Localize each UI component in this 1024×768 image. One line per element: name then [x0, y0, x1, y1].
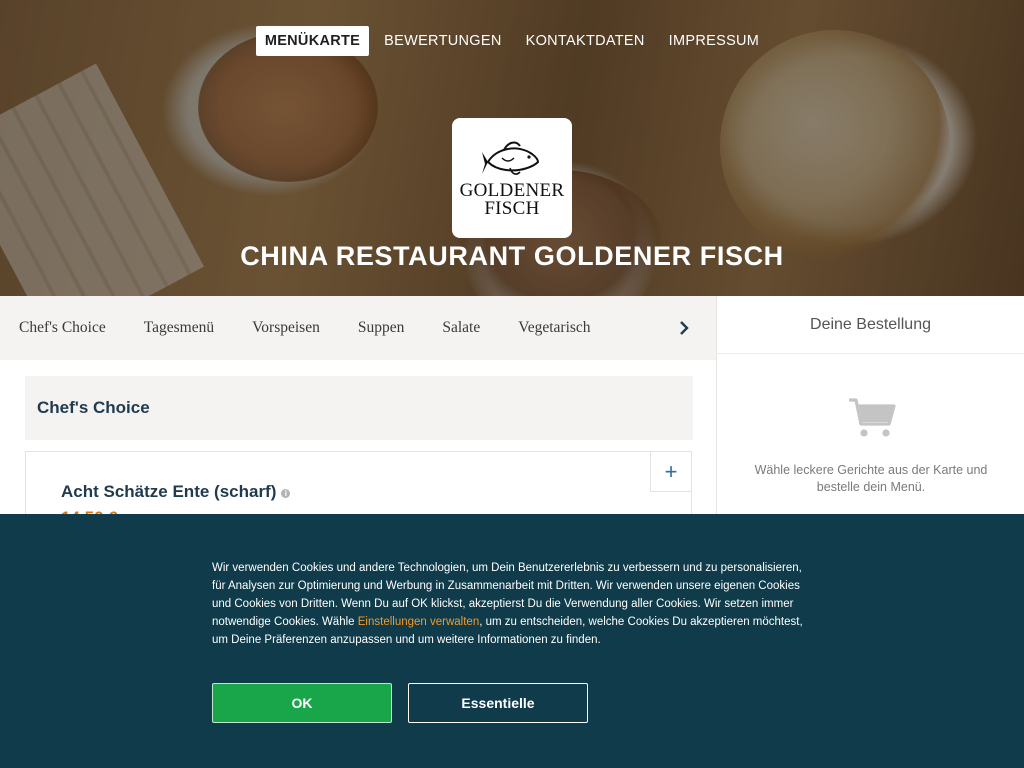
- category-vegetarisch[interactable]: Vegetarisch: [518, 319, 590, 337]
- order-empty-message: Wähle leckere Gerichte aus der Karte und…: [754, 463, 988, 494]
- hero-banner: MENÜKARTE BEWERTUNGEN KONTAKTDATEN IMPRE…: [0, 0, 1024, 296]
- nav-menukarte[interactable]: MENÜKARTE: [255, 26, 370, 56]
- category-suppen[interactable]: Suppen: [358, 319, 405, 337]
- category-salate[interactable]: Salate: [442, 319, 480, 337]
- nav-bewertungen[interactable]: BEWERTUNGEN: [375, 26, 510, 56]
- manage-settings-link[interactable]: Einstellungen verwalten: [358, 616, 479, 628]
- section-heading: Chef's Choice: [25, 376, 693, 440]
- shopping-cart-icon: [849, 398, 896, 437]
- fish-icon: [482, 141, 540, 175]
- top-navigation: MENÜKARTE BEWERTUNGEN KONTAKTDATEN IMPRE…: [0, 26, 1024, 56]
- restaurant-title: CHINA RESTAURANT GOLDENER FISCH: [240, 241, 784, 271]
- logo-text-line2: FISCH: [484, 198, 540, 219]
- cookie-banner: Wir verwenden Cookies und andere Technol…: [0, 514, 1024, 768]
- nav-impressum[interactable]: IMPRESSUM: [660, 26, 769, 56]
- dish-name-row: Acht Schätze Ente (scharf) i: [61, 482, 291, 502]
- essential-button[interactable]: Essentielle: [408, 683, 588, 723]
- category-chefs-choice[interactable]: Chef's Choice: [19, 319, 106, 337]
- order-title: Deine Bestellung: [717, 296, 1024, 354]
- cookie-text: Wir verwenden Cookies und andere Technol…: [212, 559, 816, 649]
- plus-icon[interactable]: +: [650, 452, 691, 492]
- category-bar: Chef's Choice Tagesmenü Vorspeisen Suppe…: [0, 296, 716, 360]
- chevron-right-icon[interactable]: [674, 318, 694, 338]
- nav-kontaktdaten[interactable]: KONTAKTDATEN: [517, 26, 654, 56]
- restaurant-logo: GOLDENER FISCH: [452, 118, 572, 238]
- ok-button[interactable]: OK: [212, 683, 392, 723]
- category-vorspeisen[interactable]: Vorspeisen: [252, 319, 320, 337]
- dish-name: Acht Schätze Ente (scharf): [61, 482, 277, 501]
- category-tagesmenu[interactable]: Tagesmenü: [144, 319, 214, 337]
- info-icon[interactable]: i: [281, 489, 291, 498]
